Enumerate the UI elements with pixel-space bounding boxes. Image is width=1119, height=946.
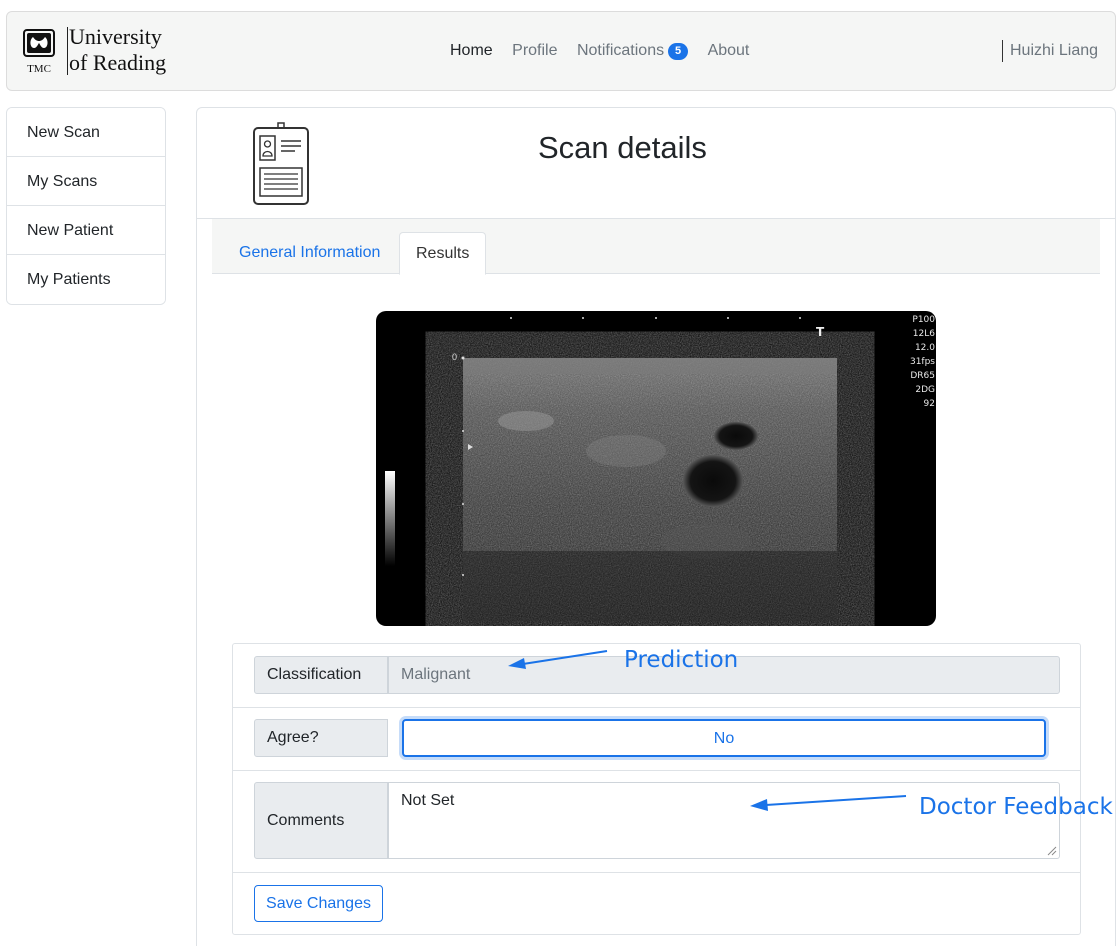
tab-general-information[interactable]: General Information <box>223 232 396 274</box>
sidebar-item-my-scans[interactable]: My Scans <box>7 157 165 206</box>
ultrasound-graphic <box>385 317 837 621</box>
top-navbar: TMC University of Reading Home Profile N… <box>6 11 1116 91</box>
sidebar-item-new-scan[interactable]: New Scan <box>7 108 165 157</box>
comments-text: Not Set <box>401 792 455 809</box>
nav-home[interactable]: Home <box>450 40 493 62</box>
university-logo[interactable]: TMC University of Reading <box>23 24 183 78</box>
nav-notifications[interactable]: Notifications 5 <box>576 40 689 62</box>
logo-line-1: University <box>69 24 162 49</box>
tabs-bar: General Information Results <box>212 219 1100 275</box>
comments-row: Comments Not Set <box>233 771 1080 873</box>
resize-grip-icon[interactable] <box>1047 846 1057 856</box>
agree-label: Agree? <box>254 719 388 757</box>
logo-text: University of Reading <box>69 24 166 76</box>
page-title: Scan details <box>538 130 707 165</box>
id-card-icon <box>253 122 309 205</box>
prediction-annotation: Prediction <box>624 647 739 673</box>
sidebar-item-new-patient[interactable]: New Patient <box>7 206 165 255</box>
sidebar: New Scan My Scans New Patient My Patient… <box>6 107 166 305</box>
doctor-feedback-annotation: Doctor Feedback <box>919 794 1113 820</box>
classification-label: Classification <box>254 656 388 694</box>
nav-notifications-label: Notifications <box>576 42 665 59</box>
sidebar-item-my-patients[interactable]: My Patients <box>7 255 165 304</box>
tab-results[interactable]: Results <box>399 232 487 275</box>
notifications-count-badge: 5 <box>668 43 689 60</box>
results-form: Classification Malignant Agree? No Comme… <box>232 643 1081 935</box>
save-changes-button[interactable]: Save Changes <box>254 885 383 922</box>
nav-profile[interactable]: Profile <box>512 40 557 62</box>
content-card: General Information Results 0 T P100 12L… <box>196 219 1116 946</box>
thyroid-logo-icon: TMC <box>23 29 55 75</box>
logo-line-2: of Reading <box>69 50 167 75</box>
nav-about[interactable]: About <box>708 40 750 62</box>
page-header: Scan details <box>196 107 1116 219</box>
user-menu[interactable]: Huizhi Liang <box>1002 40 1098 62</box>
agree-row: Agree? No <box>233 708 1080 771</box>
scan-parameters: P100 12L6 12.0 31fps DR65 2DG 92 <box>909 315 935 409</box>
ultrasound-scan-image: 0 T P100 12L6 12.0 31fps DR65 2DG 92 <box>376 311 936 626</box>
probe-marker-label: T <box>816 325 825 339</box>
depth-zero-label: 0 <box>452 352 458 362</box>
logo-divider <box>67 27 68 75</box>
agree-toggle-button[interactable]: No <box>402 719 1046 757</box>
svg-text:TMC: TMC <box>27 63 51 75</box>
comments-label: Comments <box>254 782 388 859</box>
nav-links: Home Profile Notifications 5 About <box>450 40 764 62</box>
